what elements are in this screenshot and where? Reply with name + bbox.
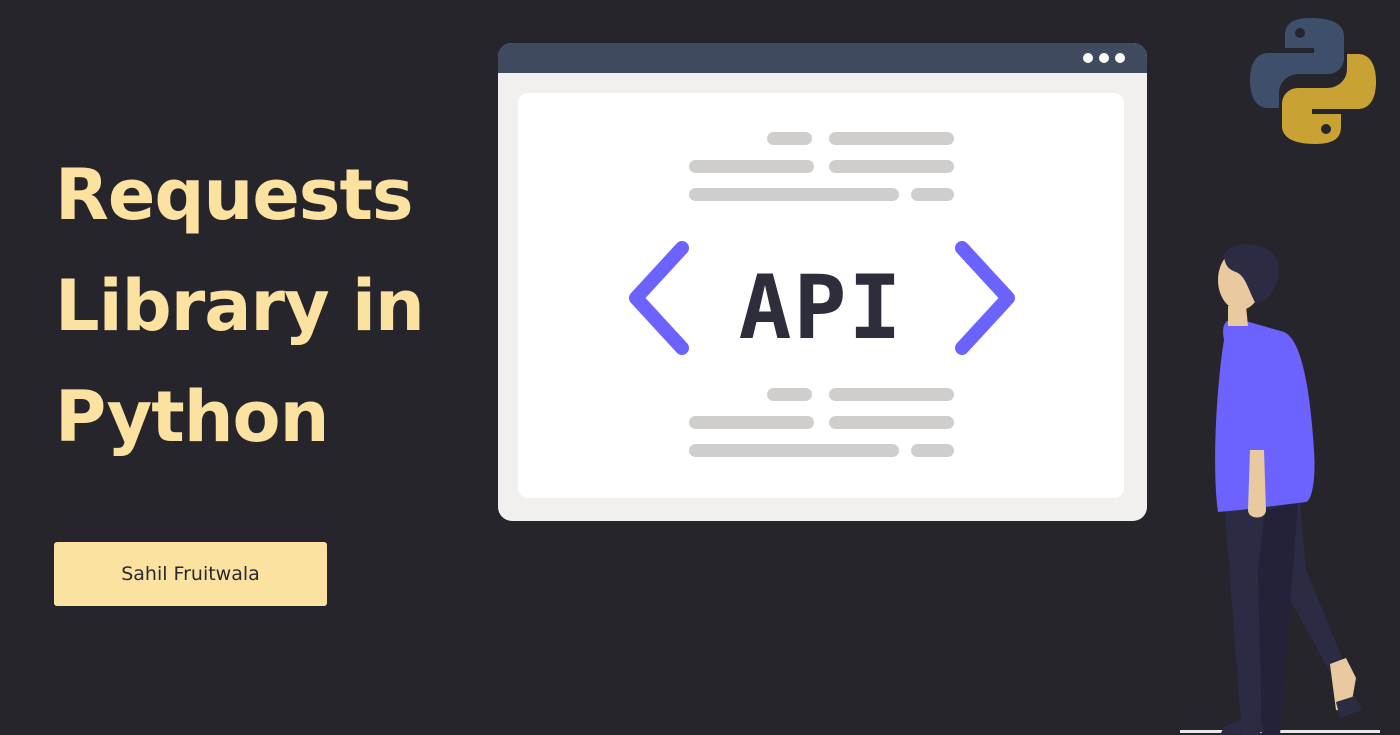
placeholder-line [829, 132, 954, 145]
chevron-right-icon [955, 241, 1015, 355]
window-dot-icon [1099, 53, 1109, 63]
placeholder-line [689, 416, 814, 429]
placeholder-line [767, 388, 812, 401]
placeholder-line [689, 188, 899, 201]
placeholder-line [911, 188, 954, 201]
browser-content: API [518, 93, 1124, 498]
title-line-3: Python [55, 376, 329, 458]
window-dot-icon [1083, 53, 1093, 63]
placeholder-line [767, 132, 812, 145]
api-label: API [738, 256, 904, 359]
placeholder-line [829, 416, 954, 429]
author-badge: Sahil Fruitwala [54, 542, 327, 606]
title-line-2: Library in [55, 265, 425, 347]
title-line-1: Requests [55, 154, 414, 236]
placeholder-line [829, 160, 954, 173]
page-title: Requests Library in Python [55, 140, 495, 473]
person-illustration [1180, 244, 1380, 735]
placeholder-line [911, 444, 954, 457]
placeholder-line [829, 388, 954, 401]
window-dot-icon [1115, 53, 1125, 63]
placeholder-line [689, 444, 899, 457]
browser-title-bar [498, 43, 1147, 73]
browser-window-illustration: API [498, 43, 1147, 521]
author-name: Sahil Fruitwala [121, 563, 260, 585]
python-logo-icon [1250, 18, 1376, 144]
placeholder-line [689, 160, 814, 173]
